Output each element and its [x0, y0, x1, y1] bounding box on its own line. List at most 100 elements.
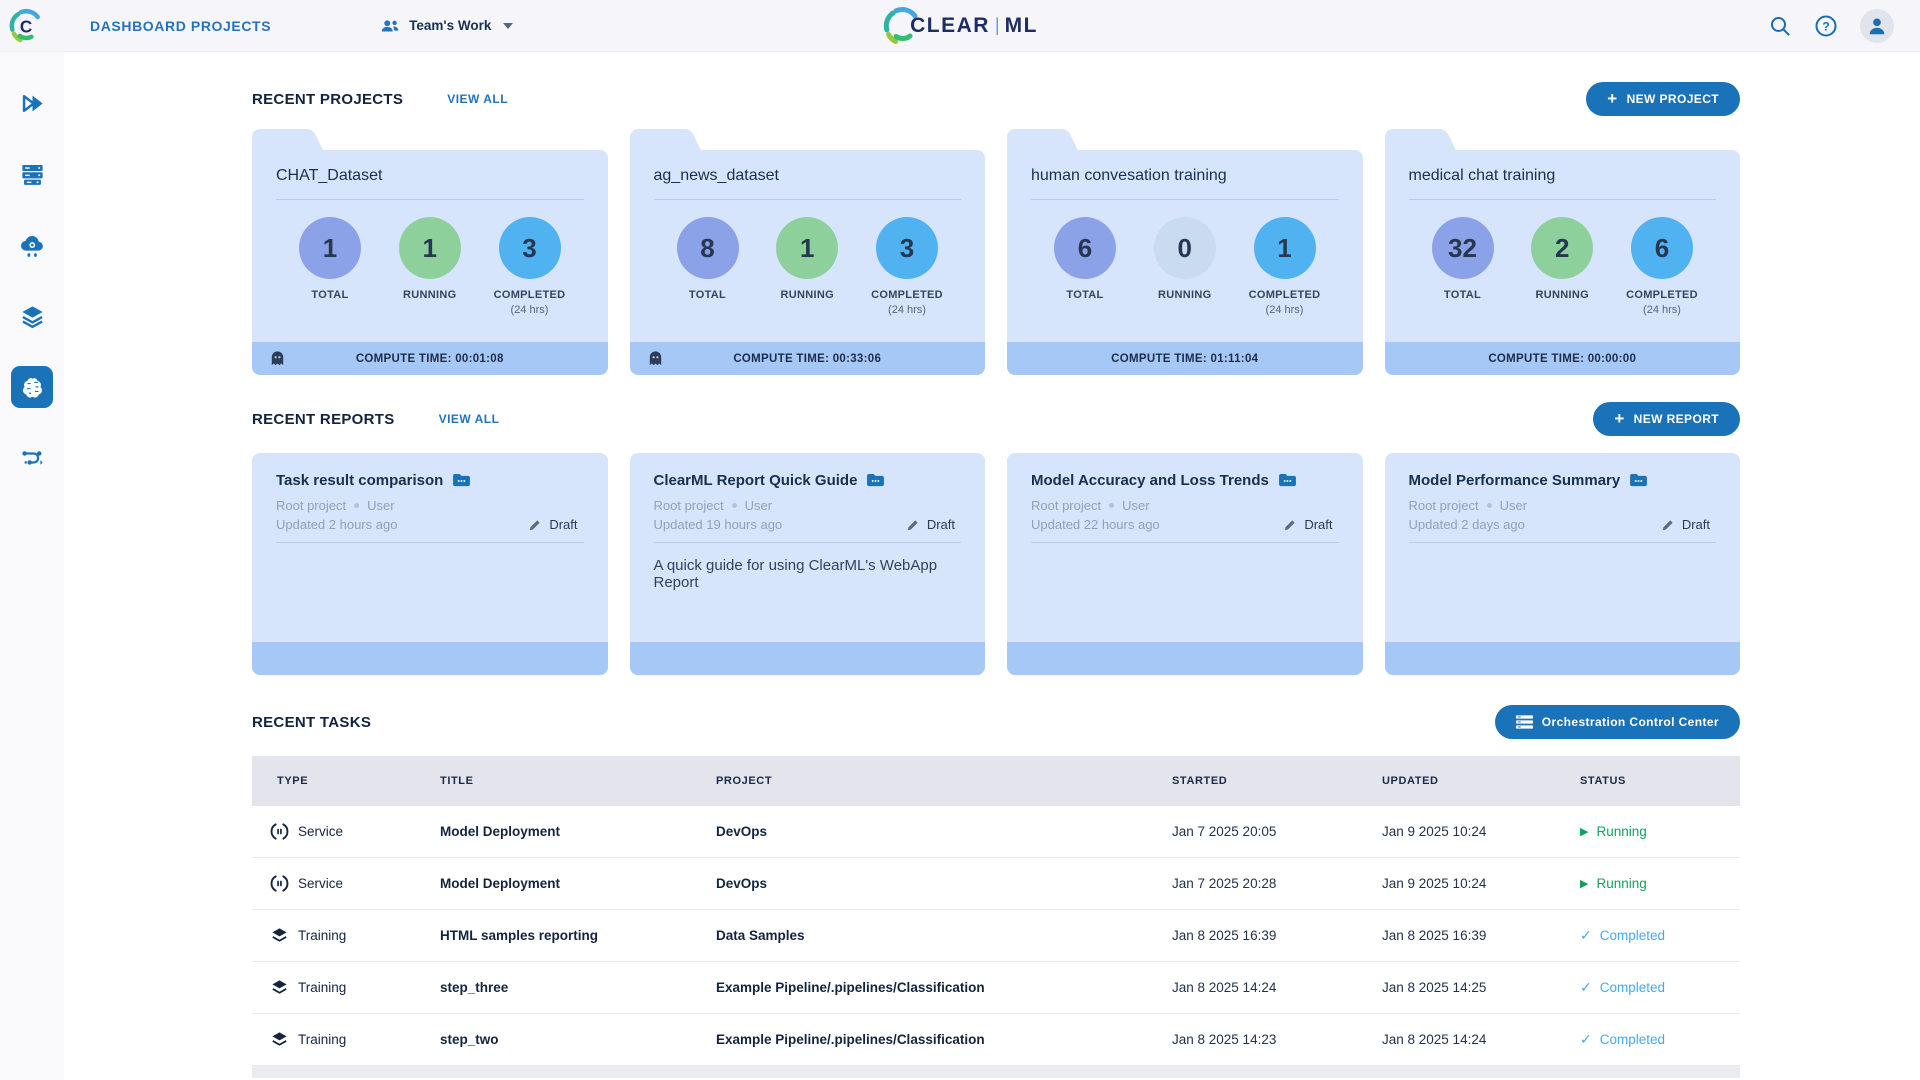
report-card-footer: [252, 642, 608, 675]
new-project-button[interactable]: + NEW PROJECT: [1586, 82, 1740, 116]
report-title: ClearML Report Quick Guide: [653, 472, 858, 489]
main-content: RECENT PROJECTS VIEW ALL + NEW PROJECT C…: [64, 52, 1920, 1080]
table-row[interactable]: Service Model Deployment DevOps Jan 7 20…: [252, 806, 1740, 858]
project-card[interactable]: human convesation training 6 TOTAL 0 RUNNI…: [1007, 129, 1363, 375]
partial-next-row: [252, 1066, 1740, 1078]
completed-sub-label: (24 hrs): [1265, 304, 1304, 316]
reports-view-all-link[interactable]: VIEW ALL: [439, 412, 500, 426]
completed-count: 3: [498, 217, 561, 279]
running-count: 0: [1153, 217, 1216, 279]
running-label: RUNNING: [780, 289, 834, 301]
plus-icon: +: [1614, 408, 1625, 428]
grid-icon: [1515, 715, 1533, 729]
recent-projects-title: RECENT PROJECTS: [252, 90, 404, 108]
sidebar-item-expand[interactable]: [11, 82, 53, 124]
task-project: DevOps: [716, 876, 768, 891]
task-type: Training: [298, 1032, 347, 1047]
logo-ml-text: ML: [1004, 13, 1038, 37]
sidebar-item-queues[interactable]: [11, 153, 53, 195]
report-folder-icon: [1278, 473, 1296, 487]
report-updated: Updated 22 hours ago: [1031, 517, 1160, 532]
ghost-icon: [649, 351, 661, 366]
folder-tab: [629, 129, 682, 151]
dot-separator: [1486, 503, 1492, 508]
task-status: Completed: [1599, 928, 1666, 943]
project-name: CHAT_Dataset: [276, 167, 383, 184]
recent-projects-header: RECENT PROJECTS VIEW ALL + NEW PROJECT: [252, 82, 1740, 116]
workspace-switcher[interactable]: Team's Work: [379, 18, 514, 34]
search-icon[interactable]: [1768, 14, 1792, 38]
projects-view-all-link[interactable]: VIEW ALL: [447, 92, 508, 106]
sidebar-item-datasets[interactable]: [11, 295, 53, 337]
training-icon: [272, 1032, 287, 1046]
recent-tasks-title: RECENT TASKS: [252, 713, 372, 731]
report-author: User: [367, 498, 395, 513]
pencil-icon: [907, 519, 918, 530]
brain-icon: [22, 377, 42, 398]
completed-sub-label: (24 hrs): [1643, 304, 1681, 316]
sidebar-item-workers[interactable]: [11, 224, 53, 266]
completed-icon: ✓: [1580, 1031, 1592, 1047]
report-card[interactable]: Model Performance Summary Root project Us…: [1384, 453, 1740, 675]
help-icon[interactable]: ?: [1814, 14, 1838, 38]
task-title: step_two: [440, 1032, 499, 1047]
clearml-logo-icon[interactable]: C: [8, 8, 44, 44]
task-started: Jan 7 2025 20:28: [1172, 876, 1277, 891]
report-card-footer: [1384, 642, 1740, 675]
team-icon: [381, 19, 399, 31]
workspace-name: Team's Work: [409, 18, 492, 33]
report-project: Root project: [276, 498, 347, 513]
task-title: HTML samples reporting: [440, 928, 599, 943]
table-row[interactable]: Service Model Deployment DevOps Jan 7 20…: [252, 858, 1740, 910]
task-project: DevOps: [716, 824, 768, 839]
completed-count: 6: [1631, 217, 1693, 279]
col-started: STARTED: [1172, 775, 1228, 787]
project-card[interactable]: medical chat training 32 TOTAL 2 RUNNING 6…: [1384, 129, 1740, 375]
report-project: Root project: [1408, 498, 1479, 513]
report-card[interactable]: Task result comparison Root project User …: [252, 453, 608, 675]
report-card[interactable]: Model Accuracy and Loss Trends Root proj…: [1007, 453, 1363, 675]
table-row[interactable]: Training HTML samples reporting Data Sam…: [252, 910, 1740, 962]
service-icon: [270, 875, 289, 892]
task-title: step_three: [440, 980, 509, 995]
sidebar: [0, 52, 64, 1080]
total-label: TOTAL: [688, 289, 727, 301]
person-icon: [1869, 17, 1885, 34]
orchestration-control-center-button[interactable]: Orchestration Control Center: [1494, 705, 1740, 739]
layers-icon: [21, 305, 43, 328]
project-card[interactable]: ag_news_dataset 8 TOTAL 1 RUNNING 3 COMPLET…: [629, 129, 985, 375]
col-status: STATUS: [1580, 775, 1626, 787]
running-label: RUNNING: [1158, 289, 1212, 301]
task-updated: Jan 9 2025 10:24: [1382, 876, 1487, 891]
report-updated: Updated 19 hours ago: [653, 517, 783, 532]
sidebar-item-pipelines[interactable]: [11, 437, 53, 479]
total-label: TOTAL: [1443, 289, 1482, 301]
folder-tab: [1007, 129, 1059, 151]
running-icon: ▶: [1580, 826, 1589, 838]
total-label: TOTAL: [1066, 289, 1104, 301]
page-title[interactable]: DASHBOARD PROJECTS: [90, 18, 271, 34]
new-report-button[interactable]: + NEW REPORT: [1593, 402, 1740, 436]
pipeline-icon: [21, 450, 43, 465]
report-folder-icon: [1630, 473, 1648, 487]
table-row[interactable]: Training step_three Example Pipeline/.pi…: [252, 962, 1740, 1014]
ghost-icon: [271, 351, 284, 366]
clearml-wordmark: CLEAR | ML: [882, 6, 1038, 46]
project-card[interactable]: CHAT_Dataset 1 TOTAL 1 RUNNING 3 COMPLETED (…: [252, 129, 608, 375]
task-title: Model Deployment: [440, 876, 561, 891]
running-count: 1: [776, 217, 839, 279]
chevron-down-icon: [503, 22, 514, 29]
report-card-footer: [1007, 642, 1363, 675]
report-project: Root project: [653, 498, 724, 513]
sidebar-item-projects[interactable]: [11, 366, 53, 408]
user-avatar[interactable]: [1860, 8, 1894, 43]
report-card[interactable]: ClearML Report Quick Guide Root project U…: [629, 453, 985, 675]
service-icon: [270, 823, 289, 840]
report-card-footer: [629, 642, 985, 675]
table-row[interactable]: Training step_two Example Pipeline/.pipe…: [252, 1014, 1740, 1066]
completed-sub-label: (24 hrs): [888, 304, 926, 316]
completed-count: 1: [1253, 217, 1316, 279]
svg-text:C: C: [20, 17, 32, 36]
folder-tab: [252, 129, 304, 151]
completed-label: COMPLETED: [1248, 289, 1321, 301]
